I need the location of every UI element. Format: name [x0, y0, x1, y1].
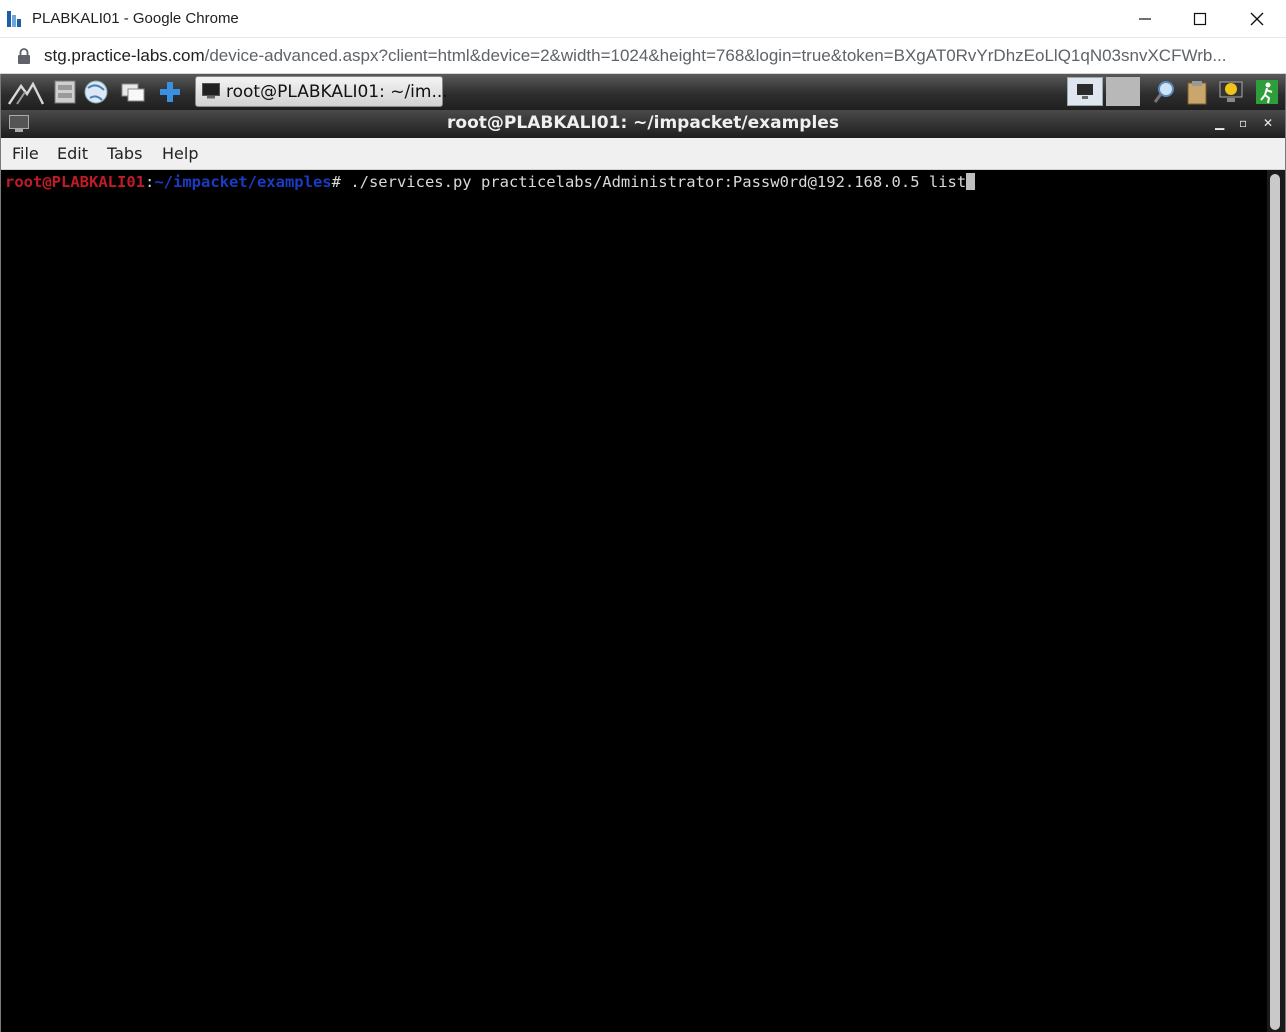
- prompt-user: root@PLABKALI01: [5, 173, 145, 191]
- search-icon[interactable]: [1151, 78, 1179, 106]
- browser-title-bar: PLABKALI01 - Google Chrome: [0, 0, 1286, 38]
- terminal-title-bar: root@PLABKALI01: ~/impacket/examples ▁ ▫…: [1, 110, 1285, 138]
- terminal-icon: [202, 83, 220, 99]
- taskbar-label: root@PLABKALI01: ~/im...: [226, 82, 448, 102]
- desktop-pager-1[interactable]: [1067, 77, 1103, 106]
- terminal-minimize-button[interactable]: ▁: [1215, 116, 1231, 132]
- close-icon: [1250, 12, 1264, 26]
- kali-menu-icon[interactable]: [7, 78, 45, 106]
- address-bar[interactable]: stg.practice-labs.com/device-advanced.as…: [0, 38, 1286, 74]
- show-desktop-icon[interactable]: [119, 78, 147, 106]
- minimize-button[interactable]: [1117, 0, 1173, 38]
- url-path: /device-advanced.aspx?client=html&device…: [204, 46, 1227, 65]
- url-text[interactable]: stg.practice-labs.com/device-advanced.as…: [44, 46, 1269, 66]
- text-cursor: [966, 173, 976, 190]
- url-host: stg.practice-labs.com: [44, 46, 205, 65]
- maximize-icon: [1193, 12, 1207, 26]
- terminal-maximize-button[interactable]: ▫: [1239, 116, 1255, 132]
- menu-help[interactable]: Help: [162, 144, 198, 163]
- terminal-title: root@PLABKALI01: ~/impacket/examples: [447, 113, 839, 133]
- update-notifier-icon[interactable]: [1217, 78, 1245, 106]
- menu-file[interactable]: File: [12, 144, 39, 163]
- command-line: root@PLABKALI01:~/impacket/examples# ./s…: [5, 173, 976, 191]
- terminal-close-button[interactable]: ✕: [1263, 116, 1279, 132]
- prompt-symbol: #: [331, 173, 351, 191]
- terminal-scrollbar[interactable]: [1267, 170, 1285, 1032]
- menu-tabs[interactable]: Tabs: [107, 144, 142, 163]
- desktop-pager-2[interactable]: [1106, 77, 1140, 106]
- file-manager-icon[interactable]: [51, 78, 79, 106]
- logout-icon[interactable]: [1253, 78, 1281, 106]
- maximize-button[interactable]: [1172, 0, 1228, 38]
- terminal-menubar: File Edit Tabs Help: [1, 138, 1285, 170]
- prompt-separator: :: [144, 173, 155, 191]
- scrollbar-thumb[interactable]: [1270, 174, 1280, 1030]
- window-title: PLABKALI01 - Google Chrome: [32, 10, 239, 27]
- menu-edit[interactable]: Edit: [57, 144, 88, 163]
- monitor-icon: [1077, 84, 1093, 99]
- add-icon[interactable]: [156, 78, 184, 106]
- terminal-output[interactable]: root@PLABKALI01:~/impacket/examples# ./s…: [1, 170, 1267, 1032]
- command-text: ./services.py practicelabs/Administrator…: [350, 173, 967, 191]
- remote-desktop-view[interactable]: root@PLABKALI01: ~/im... root@PLABKALI01…: [0, 74, 1286, 1032]
- minimize-icon: [1139, 18, 1151, 20]
- close-window-button[interactable]: [1229, 0, 1285, 38]
- taskbar-terminal-button[interactable]: root@PLABKALI01: ~/im...: [195, 76, 448, 107]
- clipboard-icon[interactable]: [1183, 78, 1211, 106]
- practice-labs-icon: [7, 11, 21, 27]
- desktop-panel: root@PLABKALI01: ~/im...: [1, 74, 1285, 110]
- web-browser-icon[interactable]: [82, 78, 110, 106]
- prompt-path: ~/impacket/examples: [154, 173, 332, 191]
- lock-icon: [18, 48, 30, 64]
